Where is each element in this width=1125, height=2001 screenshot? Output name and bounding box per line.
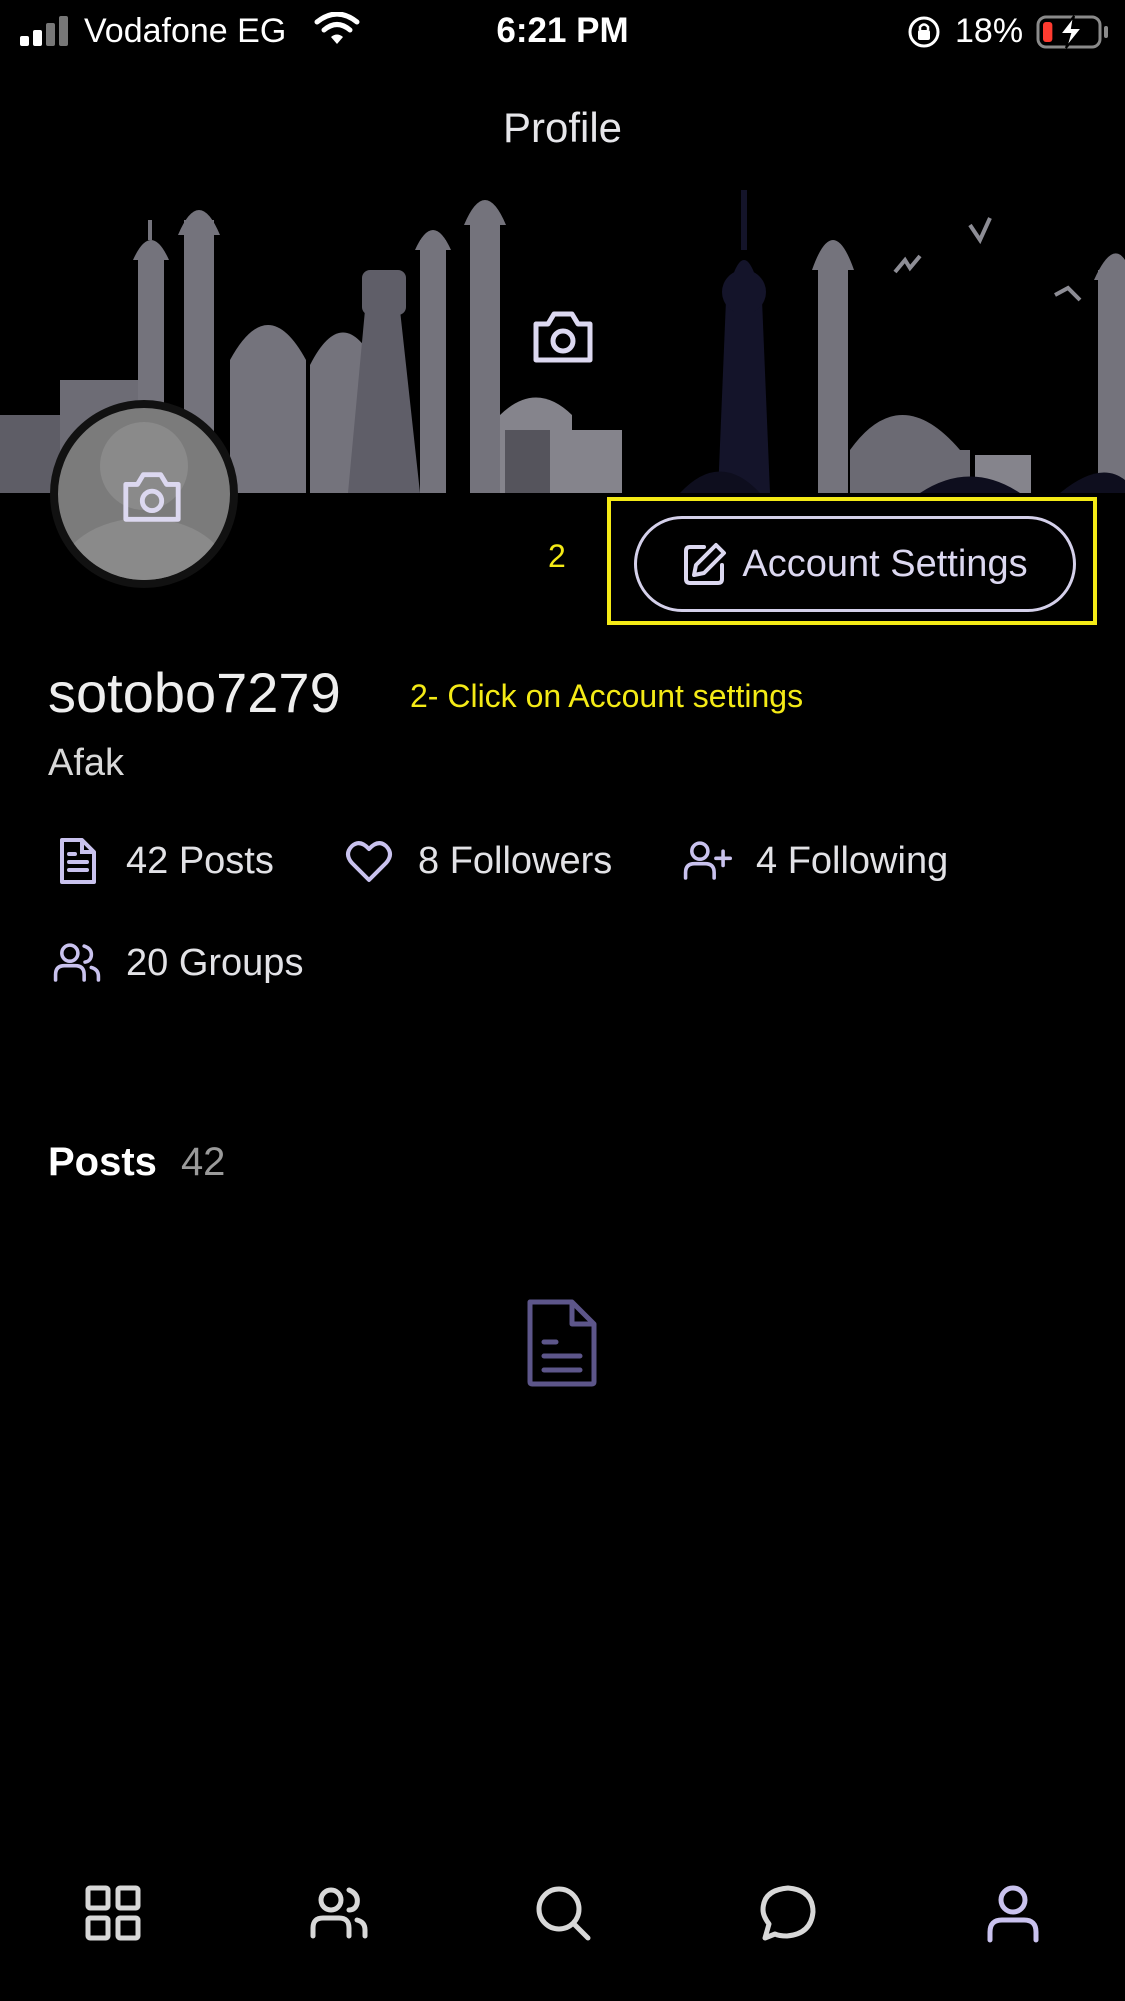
avatar-camera-icon[interactable] xyxy=(120,468,184,526)
page-title: Profile xyxy=(502,104,623,151)
search-icon xyxy=(536,1886,591,1941)
stat-following-label: 4 Following xyxy=(756,839,949,882)
nav-groups[interactable] xyxy=(305,1880,371,1946)
battery-percent: 18% xyxy=(955,12,1024,50)
nav-messages[interactable] xyxy=(755,1880,821,1946)
stat-groups-label: 20 Groups xyxy=(126,941,304,984)
status-bar: Vodafone EG 6:21 PM 18% xyxy=(0,0,1125,64)
profile-avatar[interactable] xyxy=(50,400,238,588)
profile-username: sotobo7279 xyxy=(48,661,341,724)
posts-heading-count: 42 xyxy=(180,1140,226,1184)
bottom-navigation xyxy=(0,1880,1125,1970)
posts-section-heading: Posts 42 xyxy=(48,1140,225,1185)
grid-icon xyxy=(85,1885,141,1941)
account-settings-button[interactable]: Account Settings xyxy=(634,516,1076,612)
nav-search[interactable] xyxy=(530,1880,596,1946)
users-icon xyxy=(53,943,101,982)
stat-posts-label: 42 Posts xyxy=(126,839,274,882)
nav-profile[interactable] xyxy=(980,1880,1046,1946)
cover-camera-icon[interactable] xyxy=(530,308,596,366)
stat-following[interactable]: 4 Following xyxy=(682,836,948,886)
posts-heading-label: Posts xyxy=(48,1140,157,1184)
profile-icon xyxy=(987,1885,1039,1943)
users-icon xyxy=(310,1887,368,1939)
profile-screen: Vodafone EG 6:21 PM 18% Profile 2 Accoun… xyxy=(0,0,1125,2001)
stat-followers[interactable]: 8 Followers xyxy=(344,836,612,886)
profile-display-name: Afak xyxy=(48,742,125,784)
edit-icon xyxy=(684,543,727,585)
orientation-lock-icon xyxy=(908,16,940,48)
empty-posts-document-icon xyxy=(527,1299,597,1387)
battery-charging-icon xyxy=(1036,15,1108,49)
stat-posts[interactable]: 42 Posts xyxy=(52,836,274,886)
annotation-step-number: 2 xyxy=(548,538,566,574)
avatar-placeholder-body xyxy=(58,518,230,580)
stat-followers-label: 8 Followers xyxy=(418,839,613,882)
document-icon xyxy=(60,838,96,884)
chat-icon xyxy=(760,1885,816,1941)
user-plus-icon xyxy=(683,841,732,880)
heart-icon xyxy=(346,841,392,882)
nav-home[interactable] xyxy=(80,1880,146,1946)
annotation-instruction: 2- Click on Account settings xyxy=(410,678,804,714)
account-settings-label: Account Settings xyxy=(742,542,1028,585)
stat-groups[interactable]: 20 Groups xyxy=(52,938,303,988)
